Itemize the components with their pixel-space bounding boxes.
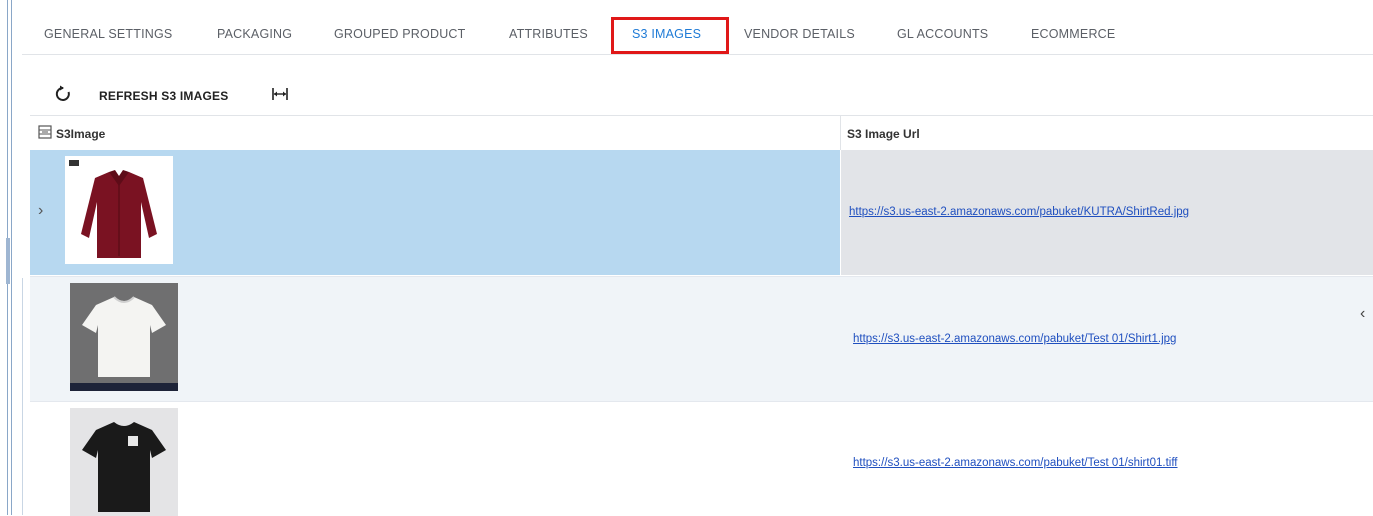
tab-attributes[interactable]: ATTRIBUTES: [509, 14, 588, 54]
table-row[interactable]: › https://s3.us-east-2.amazonaws.com/pab…: [30, 150, 1373, 275]
url-cell: https://s3.us-east-2.amazonaws.com/pabuk…: [841, 150, 1373, 275]
fit-columns-icon[interactable]: [270, 84, 290, 104]
left-rail: [0, 0, 22, 515]
image-cell[interactable]: ›: [30, 150, 840, 275]
table-row[interactable]: https://s3.us-east-2.amazonaws.com/pabuk…: [30, 401, 1373, 516]
chevron-left-icon[interactable]: ‹: [1360, 305, 1365, 323]
white-tshirt-thumbnail: [70, 283, 178, 391]
column-header-s3image[interactable]: S3Image: [56, 127, 105, 141]
tab-ecommerce[interactable]: ECOMMERCE: [1031, 14, 1115, 54]
s3-images-grid: S3Image S3 Image Url › https://s3.us-eas…: [30, 115, 1373, 516]
column-chooser-icon[interactable]: [38, 125, 52, 139]
image-cell[interactable]: [30, 277, 840, 401]
tab-grouped-product[interactable]: GROUPED PRODUCT: [334, 14, 465, 54]
url-cell: https://s3.us-east-2.amazonaws.com/pabuk…: [841, 402, 1373, 516]
tab-vendor-details[interactable]: VENDOR DETAILS: [744, 14, 855, 54]
chevron-right-icon: ›: [38, 202, 44, 219]
rail-line: [22, 278, 23, 515]
tab-packaging[interactable]: PACKAGING: [217, 14, 292, 54]
refresh-s3-images-button[interactable]: REFRESH S3 IMAGES: [99, 89, 228, 103]
image-url-link[interactable]: https://s3.us-east-2.amazonaws.com/pabuk…: [849, 206, 1189, 218]
column-divider[interactable]: [840, 116, 841, 150]
rail-line: [11, 0, 12, 515]
image-url-link[interactable]: https://s3.us-east-2.amazonaws.com/pabuk…: [853, 333, 1176, 345]
grid-toolbar: REFRESH S3 IMAGES: [22, 78, 1373, 112]
splitter-handle[interactable]: [6, 238, 10, 284]
column-header-s3-image-url[interactable]: S3 Image Url: [847, 127, 920, 141]
image-url-link[interactable]: https://s3.us-east-2.amazonaws.com/pabuk…: [853, 457, 1178, 469]
image-cell[interactable]: [30, 402, 840, 516]
url-cell: https://s3.us-east-2.amazonaws.com/pabuk…: [841, 277, 1373, 401]
tab-s3-images[interactable]: S3 IMAGES: [632, 14, 701, 54]
tab-general-settings[interactable]: GENERAL SETTINGS: [44, 14, 172, 54]
refresh-icon[interactable]: [53, 84, 73, 104]
black-tshirt-thumbnail: [70, 408, 178, 516]
table-row[interactable]: https://s3.us-east-2.amazonaws.com/pabuk…: [30, 276, 1373, 401]
tab-bar: GENERAL SETTINGS PACKAGING GROUPED PRODU…: [22, 14, 1373, 55]
tab-gl-accounts[interactable]: GL ACCOUNTS: [897, 14, 988, 54]
red-shirt-thumbnail: [65, 156, 173, 264]
grid-header: S3Image S3 Image Url: [30, 115, 1373, 151]
